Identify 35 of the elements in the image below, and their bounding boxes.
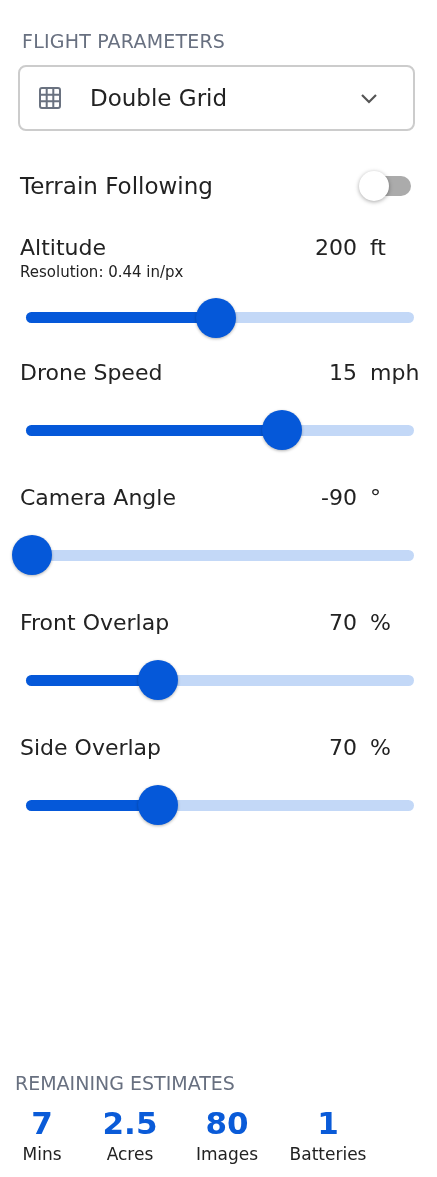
toggle-label: Terrain Following [20,173,214,199]
estimate-label: Acres [106,1144,154,1166]
unit-label: ft [369,235,387,260]
slider-thumb[interactable] [137,660,178,700]
estimate-value: 7 [31,1104,53,1143]
unit-label: mph [369,360,421,385]
unit-label: ° [369,485,382,510]
unit-label: % [369,735,392,760]
slider-value: 70 [328,735,357,760]
slider-label: Side Overlap [20,735,163,760]
estimate-label: Batteries [289,1144,367,1166]
estimate-value: 1 [317,1104,339,1143]
estimate-label: Images [195,1144,259,1166]
slider-label: Drone Speed [20,360,164,385]
slider-thumb[interactable] [137,785,178,825]
terrain-toggle[interactable] [359,171,411,201]
slider-label: Camera Angle [20,485,177,510]
estimate-value: 2.5 [102,1104,158,1143]
estimate-value: 80 [205,1104,249,1143]
grid-icon [38,86,62,110]
slider-value: 70 [328,610,357,635]
section-heading: FLIGHT PARAMETERS [21,30,227,54]
slider-thumb[interactable] [196,297,237,338]
slider-label: Front Overlap [20,610,171,635]
slider-label: Altitude [20,235,107,260]
estimate-label: Mins [22,1144,62,1166]
slider-value: 200 [314,235,357,260]
pattern-dropdown[interactable]: Double Grid [18,65,415,131]
slider-thumb[interactable] [12,535,52,575]
section-heading: REMAINING ESTIMATES [14,1072,236,1096]
slider-value: -90 [320,485,357,510]
unit-label: % [369,610,392,635]
slider-value: 15 [328,360,357,385]
resolution-note: Resolution: 0.44 in/px [19,263,185,283]
slider-thumb[interactable] [262,410,303,450]
